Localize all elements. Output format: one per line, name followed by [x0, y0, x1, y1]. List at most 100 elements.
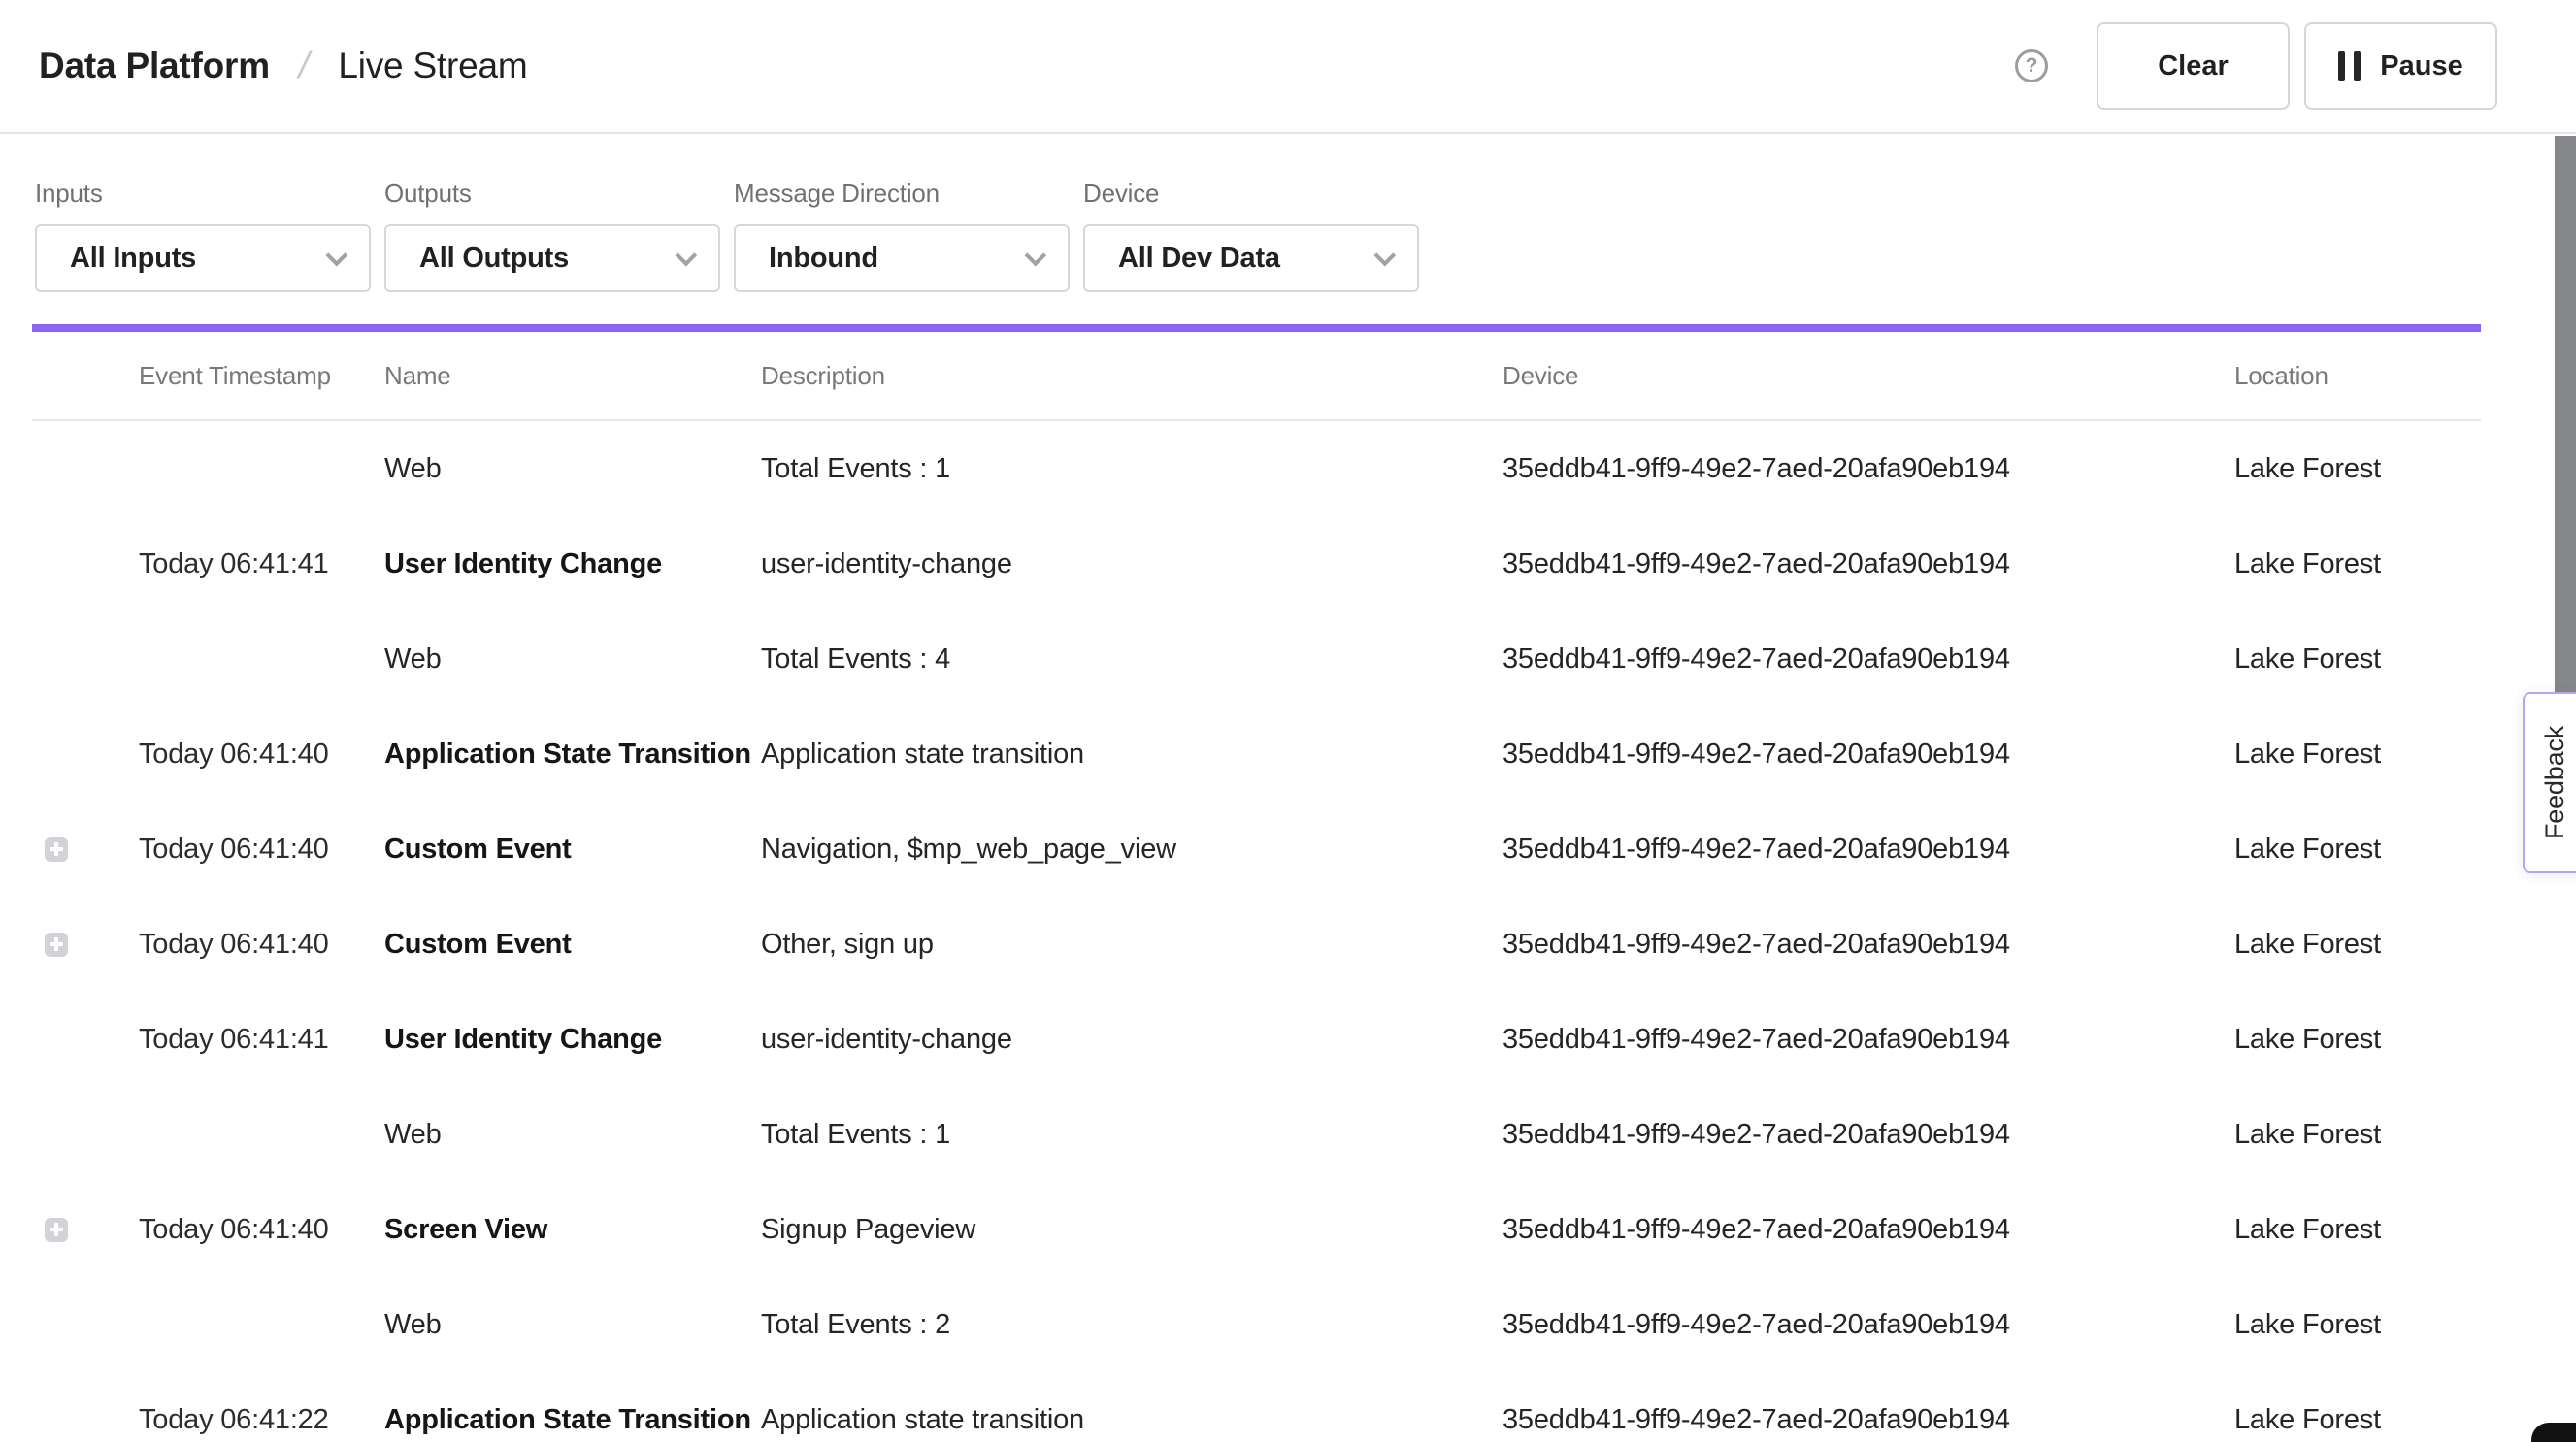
row-description: user-identity-change [761, 1024, 1503, 1056]
outputs-select-value: All Outputs [419, 243, 569, 275]
inputs-select[interactable]: All Inputs [35, 224, 371, 292]
row-name: Web [384, 1309, 761, 1341]
filter-message-direction-label: Message Direction [734, 179, 1070, 209]
row-timestamp: Today 06:41:40 [139, 1214, 384, 1246]
page-title: Live Stream [338, 46, 527, 86]
row-name: Custom Event [384, 834, 761, 866]
row-timestamp: Today 06:41:22 [139, 1404, 384, 1436]
row-description: Signup Pageview [761, 1214, 1503, 1246]
row-location: Lake Forest [2234, 453, 2481, 485]
row-timestamp: Today 06:41:41 [139, 1024, 384, 1056]
filters-bar: Inputs All Inputs Outputs All Outputs Me… [0, 134, 2576, 292]
row-timestamp: Today 06:41:40 [139, 738, 384, 770]
help-icon[interactable]: ? [2015, 49, 2048, 82]
row-name: Web [384, 1119, 761, 1151]
pause-icon [2338, 51, 2361, 81]
filter-device: Device All Dev Data [1083, 179, 1419, 292]
table-row[interactable]: Today 06:41:41 User Identity Change user… [32, 516, 2481, 611]
message-direction-select-value: Inbound [769, 243, 878, 275]
breadcrumb-separator: / [294, 46, 313, 87]
feedback-tab-label: Feedback [2540, 726, 2570, 839]
table-row[interactable]: Web Total Events : 4 35eddb41-9ff9-49e2-… [32, 611, 2481, 706]
accent-divider [32, 324, 2481, 332]
table-row[interactable]: Web Total Events : 2 35eddb41-9ff9-49e2-… [32, 1277, 2481, 1372]
inputs-select-value: All Inputs [70, 243, 196, 275]
breadcrumb-section[interactable]: Data Platform [39, 46, 270, 86]
row-description: Application state transition [761, 1404, 1503, 1436]
row-device: 35eddb41-9ff9-49e2-7aed-20afa90eb194 [1503, 1404, 2234, 1436]
feedback-tab[interactable]: Feedback [2523, 692, 2576, 873]
row-description: Application state transition [761, 738, 1503, 770]
filter-outputs: Outputs All Outputs [384, 179, 720, 292]
row-device: 35eddb41-9ff9-49e2-7aed-20afa90eb194 [1503, 1119, 2234, 1151]
row-description: Total Events : 4 [761, 643, 1503, 675]
device-select[interactable]: All Dev Data [1083, 224, 1419, 292]
filter-inputs: Inputs All Inputs [35, 179, 371, 292]
row-name: Web [384, 453, 761, 485]
row-location: Lake Forest [2234, 1024, 2481, 1056]
row-timestamp: Today 06:41:41 [139, 548, 384, 580]
row-location: Lake Forest [2234, 834, 2481, 866]
row-device: 35eddb41-9ff9-49e2-7aed-20afa90eb194 [1503, 453, 2234, 485]
row-device: 35eddb41-9ff9-49e2-7aed-20afa90eb194 [1503, 738, 2234, 770]
row-name: User Identity Change [384, 1024, 761, 1056]
row-device: 35eddb41-9ff9-49e2-7aed-20afa90eb194 [1503, 1024, 2234, 1056]
filter-inputs-label: Inputs [35, 179, 371, 209]
row-location: Lake Forest [2234, 1404, 2481, 1436]
pause-button[interactable]: Pause [2304, 22, 2497, 110]
row-name: Screen View [384, 1214, 761, 1246]
row-description: Navigation, $mp_web_page_view [761, 834, 1503, 866]
chevron-down-icon [1374, 245, 1397, 267]
row-description: Other, sign up [761, 929, 1503, 961]
row-location: Lake Forest [2234, 738, 2481, 770]
table-row[interactable]: Web Total Events : 1 35eddb41-9ff9-49e2-… [32, 1087, 2481, 1182]
row-name: User Identity Change [384, 548, 761, 580]
row-device: 35eddb41-9ff9-49e2-7aed-20afa90eb194 [1503, 929, 2234, 961]
expand-row-button[interactable] [45, 1218, 68, 1242]
device-select-value: All Dev Data [1118, 243, 1280, 275]
pause-button-label: Pause [2380, 50, 2462, 82]
table-row[interactable]: Today 06:41:41 User Identity Change user… [32, 992, 2481, 1087]
row-description: user-identity-change [761, 548, 1503, 580]
row-description: Total Events : 1 [761, 1119, 1503, 1151]
table-row[interactable]: Today 06:41:22 Application State Transit… [32, 1372, 2481, 1442]
table-header-row: Event Timestamp Name Description Device … [32, 332, 2481, 421]
column-header-device: Device [1503, 361, 2234, 391]
table-row[interactable]: Today 06:41:40 Application State Transit… [32, 706, 2481, 802]
row-device: 35eddb41-9ff9-49e2-7aed-20afa90eb194 [1503, 834, 2234, 866]
chevron-down-icon [326, 245, 348, 267]
column-header-event-timestamp: Event Timestamp [139, 361, 384, 391]
row-device: 35eddb41-9ff9-49e2-7aed-20afa90eb194 [1503, 1214, 2234, 1246]
vertical-scrollbar[interactable] [2555, 136, 2576, 728]
breadcrumb: Data Platform / Live Stream [39, 46, 528, 87]
expand-row-button[interactable] [45, 933, 68, 957]
row-location: Lake Forest [2234, 548, 2481, 580]
table-row[interactable]: Today 06:41:40 Custom Event Navigation, … [32, 802, 2481, 897]
row-description: Total Events : 2 [761, 1309, 1503, 1341]
clear-button[interactable]: Clear [2097, 22, 2290, 110]
row-device: 35eddb41-9ff9-49e2-7aed-20afa90eb194 [1503, 643, 2234, 675]
row-location: Lake Forest [2234, 643, 2481, 675]
chat-widget-icon[interactable] [2531, 1423, 2576, 1442]
row-location: Lake Forest [2234, 1119, 2481, 1151]
app-header: Data Platform / Live Stream ? Clear Paus… [0, 0, 2576, 134]
table-row[interactable]: Web Total Events : 1 35eddb41-9ff9-49e2-… [32, 421, 2481, 516]
filter-message-direction: Message Direction Inbound [734, 179, 1070, 292]
column-header-location: Location [2234, 361, 2481, 391]
expand-row-button[interactable] [45, 837, 68, 862]
table-row[interactable]: Today 06:41:40 Screen View Signup Pagevi… [32, 1182, 2481, 1277]
chevron-down-icon [1025, 245, 1047, 267]
outputs-select[interactable]: All Outputs [384, 224, 720, 292]
column-header-name: Name [384, 361, 761, 391]
header-actions: ? Clear Pause [2015, 22, 2497, 110]
row-device: 35eddb41-9ff9-49e2-7aed-20afa90eb194 [1503, 1309, 2234, 1341]
row-description: Total Events : 1 [761, 453, 1503, 485]
filter-outputs-label: Outputs [384, 179, 720, 209]
row-name: Application State Transition [384, 1404, 761, 1436]
row-name: Application State Transition [384, 738, 761, 770]
message-direction-select[interactable]: Inbound [734, 224, 1070, 292]
row-location: Lake Forest [2234, 1309, 2481, 1341]
row-device: 35eddb41-9ff9-49e2-7aed-20afa90eb194 [1503, 548, 2234, 580]
column-header-description: Description [761, 361, 1503, 391]
table-row[interactable]: Today 06:41:40 Custom Event Other, sign … [32, 897, 2481, 992]
